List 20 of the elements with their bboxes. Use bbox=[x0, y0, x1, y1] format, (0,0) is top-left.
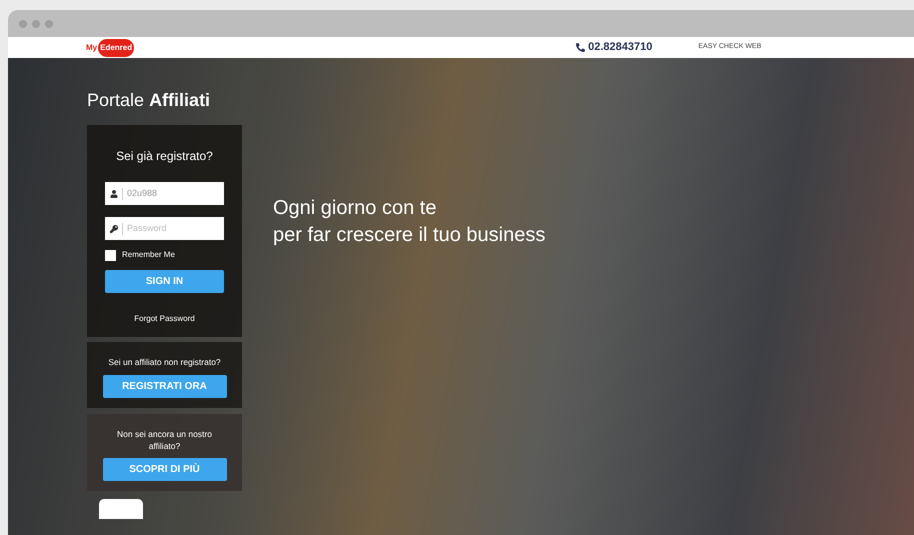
password-input[interactable]: Password bbox=[127, 222, 207, 236]
discover-button[interactable]: SCOPRI DI PIÙ bbox=[102, 458, 226, 481]
key-icon bbox=[110, 224, 118, 232]
phone-number: 02.82843710 bbox=[588, 40, 652, 56]
password-field[interactable]: Password bbox=[105, 217, 224, 240]
hero-tagline: per far crescere il tuo business bbox=[273, 223, 546, 248]
hero-tagline: Ogni giorno con te bbox=[273, 196, 438, 221]
remember-checkbox[interactable] bbox=[105, 250, 116, 260]
portal-title: Portale Affiliati bbox=[87, 89, 212, 112]
user-icon bbox=[110, 190, 118, 198]
register-button[interactable]: REGISTRATI ORA bbox=[102, 374, 226, 398]
phone-icon bbox=[576, 43, 586, 52]
login-heading: Sei già registrato? bbox=[116, 148, 213, 165]
register-text: Sei un affiliato non registrato? bbox=[108, 356, 221, 369]
username-input[interactable]: 02u988 bbox=[127, 186, 207, 200]
username-field[interactable]: 02u988 bbox=[105, 182, 224, 205]
forgot-password-link[interactable]: Forgot Password bbox=[134, 313, 195, 325]
remember-label: Remember Me bbox=[122, 249, 175, 261]
discover-text: Non sei ancora un nostro affiliato? bbox=[116, 428, 213, 452]
sign-in-button[interactable]: SIGN IN bbox=[105, 270, 224, 293]
